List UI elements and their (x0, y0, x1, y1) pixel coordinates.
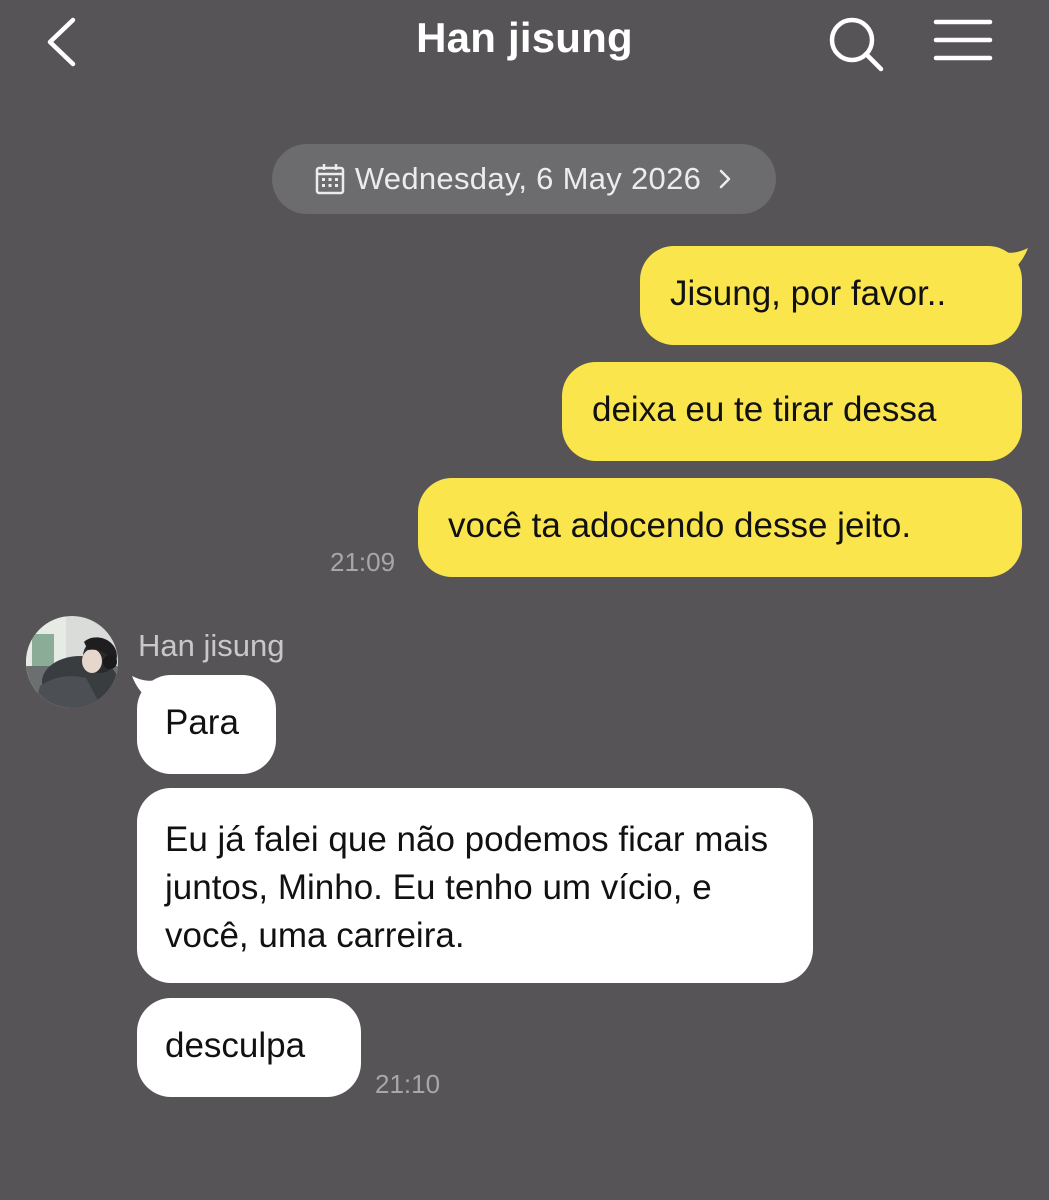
chat-title: Han jisung (416, 14, 633, 61)
avatar[interactable] (26, 616, 118, 708)
incoming-message[interactable]: Para (137, 675, 276, 774)
date-divider[interactable]: Wednesday, 6 May 2026 (272, 144, 776, 214)
incoming-message[interactable]: Eu já falei que não podemos ficar mais j… (137, 788, 813, 983)
calendar-icon (315, 164, 345, 195)
search-icon[interactable] (826, 14, 886, 74)
outgoing-timestamp: 21:09 (330, 547, 396, 577)
date-label: Wednesday, 6 May 2026 (354, 161, 702, 196)
incoming-timestamp: 21:10 (375, 1069, 441, 1099)
chevron-right-icon (719, 169, 731, 189)
avatar-photo (26, 616, 118, 708)
chat-header: Han jisung (0, 0, 1049, 90)
sender-name: Han jisung (138, 628, 285, 663)
incoming-message[interactable]: desculpa (137, 998, 361, 1097)
outgoing-message[interactable]: você ta adocendo desse jeito. (418, 478, 1022, 577)
outgoing-message[interactable]: Jisung, por favor.. (640, 246, 1022, 345)
hamburger-menu-icon[interactable] (932, 16, 994, 64)
outgoing-message[interactable]: deixa eu te tirar dessa (562, 362, 1022, 461)
